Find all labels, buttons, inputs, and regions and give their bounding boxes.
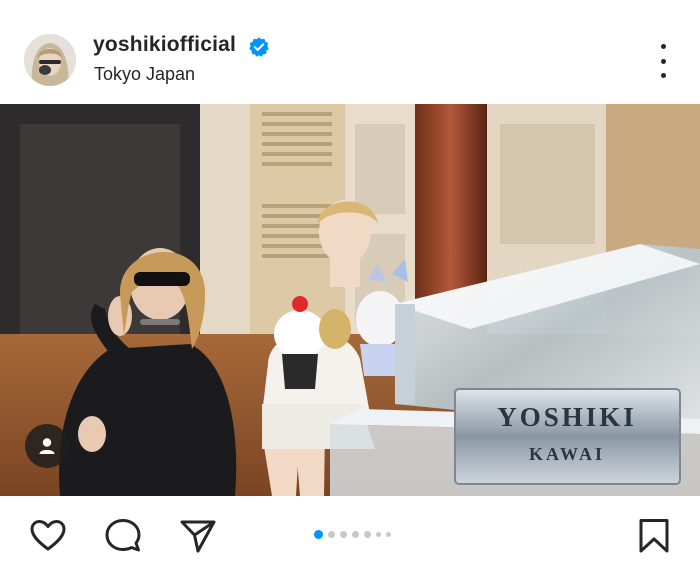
more-dot: [660, 73, 666, 78]
user-silhouette-icon: [39, 438, 55, 454]
carousel-dot: [328, 530, 335, 538]
paper-plane-icon[interactable]: [178, 516, 218, 556]
verified-badge-icon: [249, 37, 269, 57]
carousel-indicator: [314, 529, 391, 539]
heart-icon[interactable]: [28, 516, 68, 556]
carousel-dot-active: [314, 529, 323, 539]
carousel-dot: [364, 530, 371, 538]
carousel-dot: [340, 530, 347, 538]
piano-brand-line1: YOSHIKI: [497, 402, 637, 432]
more-options-icon[interactable]: [648, 44, 678, 78]
post-header: yoshikiofficial Tokyo Japan: [0, 0, 700, 104]
avatar-image: [24, 34, 76, 86]
photo-scene: YOSHIKI KAWAI: [0, 104, 700, 496]
avatar[interactable]: [24, 34, 76, 86]
more-dot: [660, 58, 666, 64]
comment-icon[interactable]: [103, 516, 143, 556]
bookmark-icon[interactable]: [634, 516, 674, 556]
carousel-dot: [376, 531, 381, 537]
post-location[interactable]: Tokyo Japan: [94, 64, 195, 85]
carousel-dot: [386, 531, 391, 537]
user-tag-icon[interactable]: [25, 424, 69, 468]
piano-brand-line2: KAWAI: [529, 444, 605, 464]
carousel-dot: [352, 530, 359, 538]
post-photo[interactable]: YOSHIKI KAWAI: [0, 104, 700, 496]
username[interactable]: yoshikiofficial: [93, 33, 236, 57]
more-dot: [660, 44, 666, 49]
